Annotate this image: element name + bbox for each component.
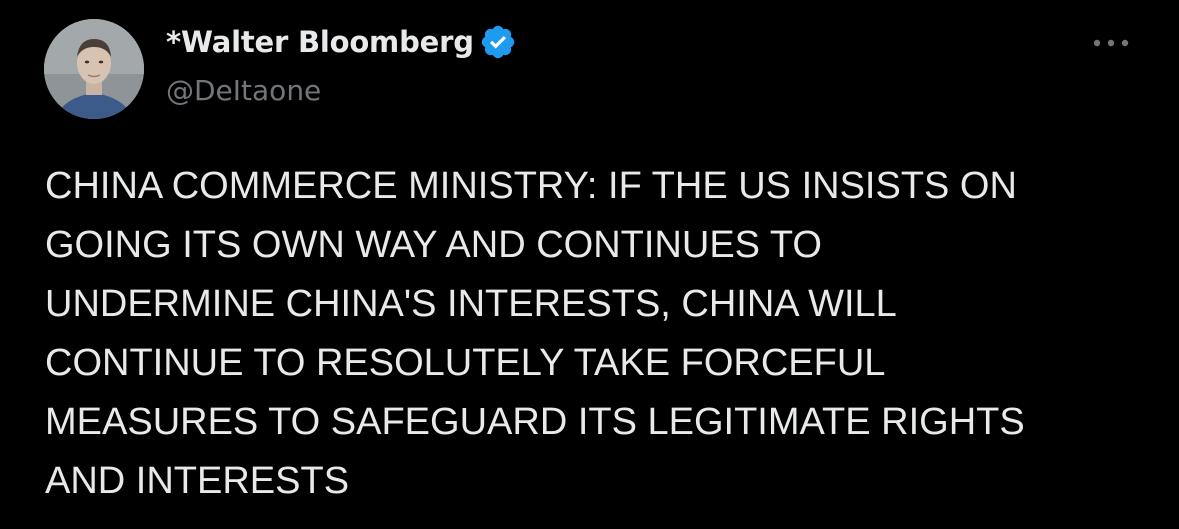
author-display-name[interactable]: *Walter Bloomberg xyxy=(166,25,474,59)
tweet: *Walter Bloomberg @DeItaone CHINA COMMER… xyxy=(0,0,1179,529)
more-horizontal-icon xyxy=(1093,39,1129,47)
more-options-button[interactable] xyxy=(1088,28,1134,58)
avatar-photo xyxy=(44,19,144,119)
avatar[interactable] xyxy=(44,19,144,119)
verified-badge-icon[interactable] xyxy=(479,23,517,61)
author-handle[interactable]: @DeItaone xyxy=(166,74,321,107)
tweet-text: CHINA COMMERCE MINISTRY: IF THE US INSIS… xyxy=(45,165,1025,502)
author-name-row: *Walter Bloomberg xyxy=(166,22,517,62)
